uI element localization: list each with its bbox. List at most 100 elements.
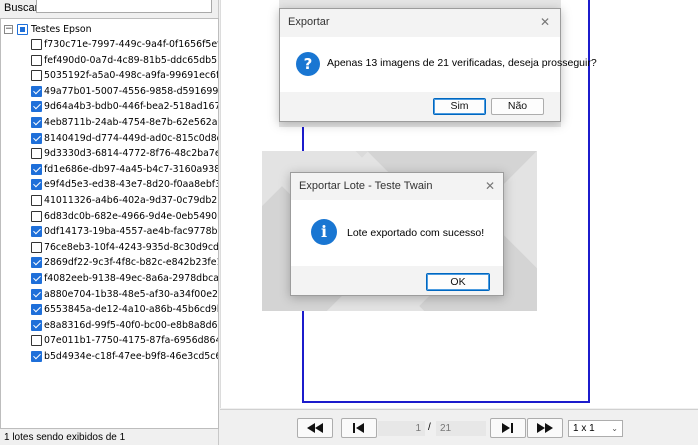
tree-item[interactable]: 6d83dc0b-682e-4966-9d4e-0eb5490bbc93 [1,209,218,224]
item-checkbox[interactable] [31,241,42,253]
item-checkbox[interactable] [31,351,42,362]
item-checkbox[interactable] [31,39,42,50]
tree-item-label: e8a8316d-99f5-40f0-bc00-e8b8a8d6bf76 [44,319,218,331]
first-page-icon [353,423,364,433]
first-page-button[interactable] [341,418,377,438]
ok-button[interactable]: OK [426,273,490,291]
tree-item[interactable]: fd1e686e-db97-4a45-b4c7-3160a938f77f [1,162,218,177]
tree-item[interactable]: 8140419d-d774-449d-ad0c-815c0d8d93fd [1,131,218,146]
item-checkbox[interactable] [31,210,42,222]
zoom-value: 1 x 1 [573,423,595,434]
tree-item[interactable]: 76ce8eb3-10f4-4243-935d-8c30d9cd2d88 [1,240,218,255]
rewind-button[interactable] [297,418,333,438]
dialog-message: Lote exportado com sucesso! [347,227,485,239]
item-checkbox[interactable] [31,319,42,331]
tree-root-row[interactable]: − Testes Epson [1,22,218,37]
dialog-title: Exportar [288,16,330,28]
tree-item[interactable]: b5d4934e-c18f-47ee-b9f8-46e3cd5c6694 [1,349,218,364]
item-checkbox[interactable] [31,288,42,300]
yes-button[interactable]: Sim [433,98,486,115]
item-checkbox[interactable] [31,257,42,269]
tree-item-label: fef490d0-0a7d-4c89-81b5-ddc65db510c9 [44,54,218,66]
tree-item[interactable]: 4eb8711b-24ab-4754-8e7b-62e562a9a053 [1,115,218,130]
tree-item-label: 8140419d-d774-449d-ad0c-815c0d8d93fd [44,132,218,144]
dialog-body: i Lote exportado com sucesso! [291,200,503,266]
tree-item-label: f730c71e-7997-449c-9a4f-0f1656f5efd6 [44,39,219,50]
page-navigation-bar: 1 / 21 1 x 1 ⌄ [220,409,698,445]
item-checkbox[interactable] [31,163,42,175]
dialog-body: ? Apenas 13 imagens de 21 verificadas, d… [280,37,597,92]
tree-item[interactable]: 0df14173-19ba-4557-ae4b-fac9778beb68 [1,224,218,239]
tree-item-label: 5035192f-a5a0-498c-a9fa-99691ec6f8c4 [44,70,219,82]
tree-item-label: 6d83dc0b-682e-4966-9d4e-0eb5490bbc93 [44,210,218,222]
no-button[interactable]: Não [491,98,544,115]
tree-item[interactable]: a880e704-1b38-48e5-af30-a34f00e2ad11 [1,287,218,302]
total-pages-field: 21 [436,421,486,436]
tree-item-label: 49a77b01-5007-4556-9858-d5916993e2f9 [44,85,219,97]
tree-item-label: 07e011b1-7750-4175-87fa-6956d864bb4b [44,335,218,347]
tree-item-label: f4082eeb-9138-49ec-8a6a-2978dbca8aa3 [44,273,219,284]
search-input[interactable] [36,0,212,13]
tree-item-label: a880e704-1b38-48e5-af30-a34f00e2ad11 [44,288,218,300]
item-checkbox[interactable] [31,148,42,160]
tree-item[interactable]: fef490d0-0a7d-4c89-81b5-ddc65db510c9 [1,53,218,68]
left-panel: Buscar − Testes Epson f730c71e-7997-449c… [0,0,219,445]
item-checkbox[interactable] [31,226,42,238]
tree-item[interactable]: f730c71e-7997-449c-9a4f-0f1656f5efd6 [1,37,218,52]
tree-item-label: 2869df22-9c3f-4f8c-b82c-e842b23fe186 [44,257,219,269]
tree-item[interactable]: 9d3330d3-6814-4772-8f76-48c2ba7e592f [1,146,218,161]
dialog-message: Apenas 13 imagens de 21 verificadas, des… [327,57,597,69]
item-checkbox[interactable] [31,132,42,144]
export-confirm-dialog: Exportar ✕ ? Apenas 13 imagens de 21 ver… [279,8,597,122]
export-success-dialog: Exportar Lote - Teste Twain ✕ i Lote exp… [290,172,504,296]
tree-item-label: 9d64a4b3-bdb0-446f-bea2-518ad16778b4 [44,101,218,113]
tree-item-label: 9d3330d3-6814-4772-8f76-48c2ba7e592f [44,148,218,160]
tree-item-label: e9f4d5e3-ed38-43e7-8d20-f0aa8ebf3553 [44,179,218,191]
tree-item-label: b5d4934e-c18f-47ee-b9f8-46e3cd5c6694 [44,351,218,362]
tree-item[interactable]: e9f4d5e3-ed38-43e7-8d20-f0aa8ebf3553 [1,177,218,192]
tree-item[interactable]: 49a77b01-5007-4556-9858-d5916993e2f9 [1,84,218,99]
close-icon[interactable]: ✕ [485,179,495,193]
item-checkbox[interactable] [31,85,42,97]
item-checkbox[interactable] [31,70,42,82]
info-icon: i [311,219,337,245]
batch-tree[interactable]: − Testes Epson f730c71e-7997-449c-9a4f-0… [0,18,219,429]
page-separator: / [428,422,431,433]
tree-item-label: 4eb8711b-24ab-4754-8e7b-62e562a9a053 [44,117,218,128]
tree-item[interactable]: f4082eeb-9138-49ec-8a6a-2978dbca8aa3 [1,271,218,286]
tree-item[interactable]: e8a8316d-99f5-40f0-bc00-e8b8a8d6bf76 [1,318,218,333]
item-checkbox[interactable] [31,335,42,347]
item-checkbox[interactable] [31,101,42,113]
close-icon[interactable]: ✕ [540,15,550,29]
current-page-field[interactable]: 1 [378,421,425,436]
search-label: Buscar [4,2,39,14]
collapse-icon[interactable]: − [4,25,13,34]
tree-item-label: 0df14173-19ba-4557-ae4b-fac9778beb68 [44,226,218,238]
last-page-button[interactable] [490,418,526,438]
item-checkbox[interactable] [31,117,42,128]
tree-item[interactable]: 5035192f-a5a0-498c-a9fa-99691ec6f8c4 [1,68,218,83]
zoom-select[interactable]: 1 x 1 ⌄ [568,420,623,437]
search-row: Buscar [0,0,219,17]
tree-item-label: 76ce8eb3-10f4-4243-935d-8c30d9cd2d88 [44,241,219,253]
tree-item[interactable]: 07e011b1-7750-4175-87fa-6956d864bb4b [1,333,218,348]
item-checkbox[interactable] [31,304,42,316]
rewind-icon [307,423,323,433]
tree-item-label: 6553845a-de12-4a10-a86b-45b6cd9bc62c [44,304,218,316]
tree-item[interactable]: 6553845a-de12-4a10-a86b-45b6cd9bc62c [1,302,218,317]
tree-item[interactable]: 41011326-a4b6-402a-9d37-0c79db271cbb [1,193,218,208]
item-checkbox[interactable] [31,179,42,191]
item-checkbox[interactable] [31,54,42,66]
last-page-icon [502,423,513,433]
fast-forward-button[interactable] [527,418,563,438]
status-text: 1 lotes sendo exibidos de 1 [4,432,126,443]
dialog-title: Exportar Lote - Teste Twain [299,180,433,192]
chevron-down-icon: ⌄ [611,424,618,433]
root-checkbox[interactable] [17,24,28,35]
item-checkbox[interactable] [31,273,42,284]
tree-item[interactable]: 9d64a4b3-bdb0-446f-bea2-518ad16778b4 [1,99,218,114]
tree-item[interactable]: 2869df22-9c3f-4f8c-b82c-e842b23fe186 [1,255,218,270]
item-checkbox[interactable] [31,195,42,206]
tree-item-label: 41011326-a4b6-402a-9d37-0c79db271cbb [44,195,218,206]
question-icon: ? [296,52,320,76]
